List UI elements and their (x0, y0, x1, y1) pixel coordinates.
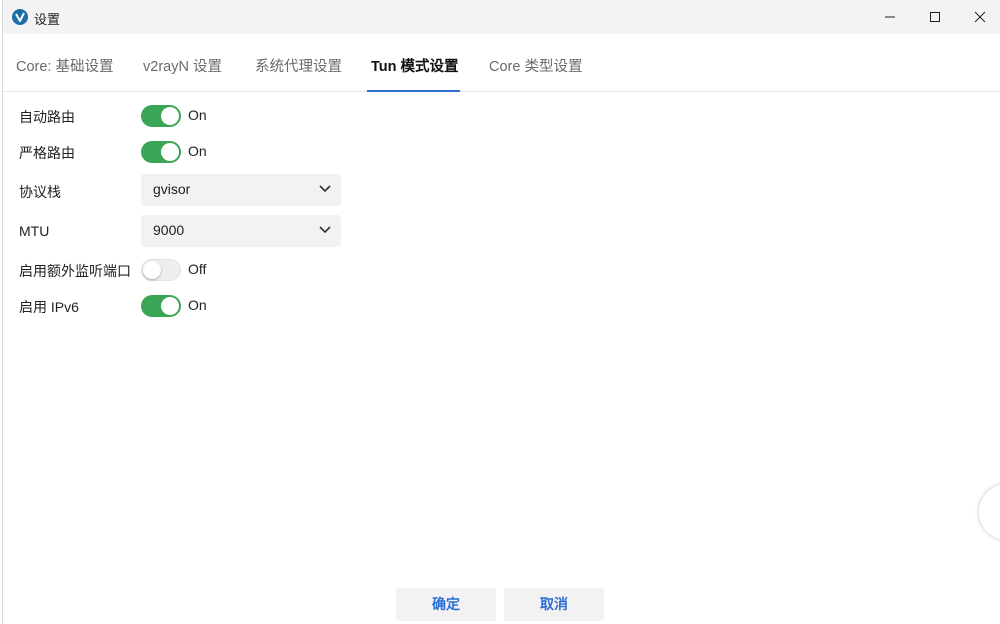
tab-core-type[interactable]: Core 类型设置 (485, 44, 586, 91)
mtu-select[interactable]: 9000 (141, 215, 341, 247)
auto-route-state: On (188, 107, 207, 123)
ipv6-state: On (188, 297, 207, 313)
extra-listen-toggle[interactable] (141, 259, 181, 281)
chevron-down-icon (319, 226, 331, 234)
close-button[interactable] (957, 0, 1000, 34)
tab-v2rayn[interactable]: v2rayN 设置 (139, 44, 226, 91)
strict-route-state: On (188, 143, 207, 159)
cancel-button[interactable]: 取消 (504, 588, 604, 621)
settings-tabs: Core: 基础设置 v2rayN 设置 系统代理设置 Tun 模式设置 Cor… (3, 44, 1000, 92)
extra-listen-state: Off (188, 261, 207, 277)
stack-value: gvisor (153, 181, 191, 197)
minimize-icon (885, 16, 895, 18)
auto-route-label: 自动路由 (19, 109, 75, 125)
tab-core-basic[interactable]: Core: 基础设置 (12, 44, 118, 91)
maximize-icon (930, 12, 940, 22)
settings-window: 设置 Core: 基础设置 v2rayN 设置 系统代理设置 Tun 模式设置 … (2, 0, 1000, 624)
tab-tun-mode[interactable]: Tun 模式设置 (367, 44, 460, 92)
strict-route-label: 严格路由 (19, 145, 75, 161)
ok-button[interactable]: 确定 (396, 588, 496, 621)
stack-label: 协议栈 (19, 184, 61, 200)
mtu-value: 9000 (153, 222, 185, 238)
tab-system-proxy[interactable]: 系统代理设置 (251, 44, 346, 91)
window-title: 设置 (34, 12, 61, 27)
ipv6-toggle[interactable] (141, 295, 181, 317)
extra-listen-label: 启用额外监听端口 (19, 263, 131, 279)
v2rayn-logo-icon (12, 9, 28, 25)
mtu-label: MTU (19, 223, 50, 239)
chevron-down-icon (319, 185, 331, 193)
auto-route-toggle[interactable] (141, 105, 181, 127)
stack-select[interactable]: gvisor (141, 174, 341, 206)
ipv6-label: 启用 IPv6 (19, 299, 79, 315)
title-bar: 设置 (3, 0, 1000, 34)
maximize-button[interactable] (912, 0, 958, 34)
close-icon (974, 11, 986, 23)
strict-route-toggle[interactable] (141, 141, 181, 163)
floating-handle[interactable] (979, 484, 1000, 540)
minimize-button[interactable] (867, 0, 913, 34)
